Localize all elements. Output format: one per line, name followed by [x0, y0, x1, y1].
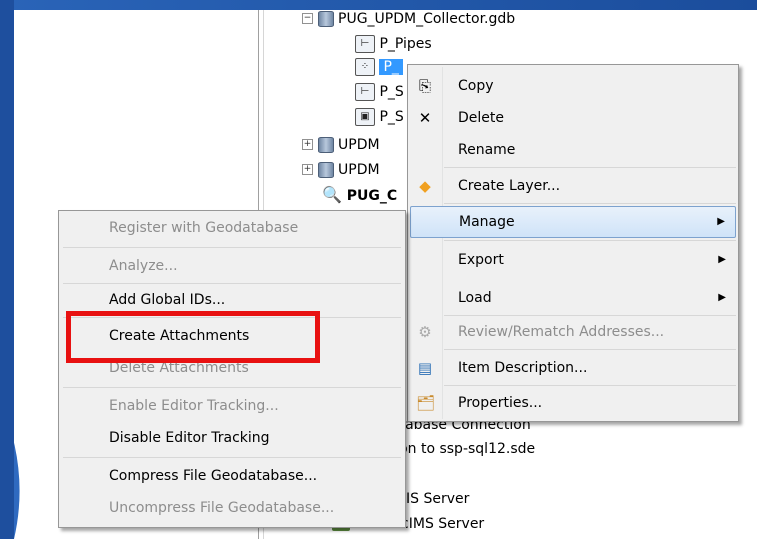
geodatabase-icon [318, 137, 334, 153]
line-feature-class-icon: ⊢ [355, 83, 375, 101]
line-feature-class-icon: ⊢ [355, 35, 375, 53]
manage-submenu: Register with Geodatabase Analyze... Add… [58, 210, 406, 528]
collapse-icon[interactable]: − [302, 13, 313, 24]
menu-separator [444, 240, 736, 241]
tree-node-label: UPDM [338, 137, 380, 153]
menu-item-enable-editor-tracking[interactable]: Enable Editor Tracking... [61, 391, 403, 421]
menu-item-delete[interactable]: ✕ Delete [410, 103, 736, 133]
menu-separator [444, 203, 736, 204]
tree-node-label: P_S [379, 109, 404, 125]
menu-item-label: Item Description... [458, 360, 588, 376]
menu-separator [63, 247, 401, 248]
menu-item-export[interactable]: Export ▶ [410, 245, 736, 275]
menu-item-review-rematch[interactable]: ⚙ Review/Rematch Addresses... [410, 317, 736, 347]
submenu-arrow-icon: ▶ [717, 216, 725, 227]
menu-item-label: Disable Editor Tracking [109, 430, 270, 446]
menu-item-label: Rename [458, 142, 516, 158]
menu-item-label: Load [458, 290, 492, 306]
tree-node-label: PUG_C [346, 188, 398, 204]
tree-node-label: P_S [379, 84, 404, 100]
menu-item-label: Review/Rematch Addresses... [458, 324, 665, 340]
menu-item-label: Copy [458, 78, 494, 94]
search-icon: 🔍 [322, 185, 342, 204]
menu-item-label: Manage [459, 214, 515, 230]
menu-item-copy[interactable]: ⎘ Copy [410, 71, 736, 101]
submenu-arrow-icon: ▶ [718, 254, 726, 265]
expand-icon[interactable]: + [302, 139, 313, 150]
submenu-arrow-icon: ▶ [718, 292, 726, 303]
menu-item-compress-gdb[interactable]: Compress File Geodatabase... [61, 461, 403, 491]
menu-item-label: Delete [458, 110, 504, 126]
menu-separator [444, 315, 736, 316]
delete-x-icon: ✕ [418, 109, 432, 127]
create-layer-icon: ◆ [419, 177, 431, 195]
menu-item-label: Create Layer... [458, 178, 561, 194]
review-icon: ⚙ [418, 323, 432, 341]
item-description-icon: ▤ [417, 359, 433, 377]
menu-separator [63, 387, 401, 388]
menu-item-label: Enable Editor Tracking... [109, 398, 279, 414]
menu-item-item-description[interactable]: ▤ Item Description... [410, 353, 736, 383]
menu-separator [444, 385, 736, 386]
menu-item-properties[interactable]: 🗂 Properties... [410, 388, 736, 418]
menu-item-register-geodatabase[interactable]: Register with Geodatabase [61, 213, 403, 243]
callout-highlight-box [66, 311, 320, 363]
menu-item-load[interactable]: Load ▶ [410, 283, 736, 313]
tree-node-pipes[interactable]: ⊢ P_Pipes [355, 33, 432, 55]
context-menu: ⎘ Copy ✕ Delete Rename ◆ Create Layer...… [407, 64, 739, 422]
point-feature-class-icon: ⁘ [355, 58, 375, 76]
menu-item-label: Uncompress File Geodatabase... [109, 500, 335, 516]
properties-icon: 🗂 [416, 394, 436, 412]
menu-item-label: Export [458, 252, 504, 268]
menu-item-label: Compress File Geodatabase... [109, 468, 318, 484]
tree-node-label: P_ [379, 59, 403, 75]
geodatabase-icon [318, 162, 334, 178]
menu-separator [444, 167, 736, 168]
menu-item-create-layer[interactable]: ◆ Create Layer... [410, 171, 736, 201]
menu-item-disable-editor-tracking[interactable]: Disable Editor Tracking [61, 423, 403, 453]
tree-node-s2[interactable]: ▣ P_S [355, 106, 404, 128]
menu-item-analyze[interactable]: Analyze... [61, 251, 403, 281]
menu-item-label: Properties... [458, 395, 543, 411]
menu-separator [63, 457, 401, 458]
polygon-feature-class-icon: ▣ [355, 108, 375, 126]
menu-item-label: Register with Geodatabase [109, 220, 299, 236]
menu-item-uncompress-gdb[interactable]: Uncompress File Geodatabase... [61, 493, 403, 523]
menu-separator [63, 283, 401, 284]
menu-separator [444, 349, 736, 350]
menu-item-manage[interactable]: Manage ▶ [410, 206, 736, 238]
tree-node-selected[interactable]: ⁘ P_ [355, 56, 403, 78]
menu-item-rename[interactable]: Rename [410, 135, 736, 165]
copy-icon: ⎘ [418, 77, 431, 95]
expand-icon[interactable]: + [302, 164, 313, 175]
tree-node-label: PUG_UPDM_Collector.gdb [338, 11, 516, 27]
menu-item-label: Analyze... [109, 258, 178, 274]
tree-node-pug[interactable]: 🔍 PUG_C [322, 184, 397, 206]
tree-node-s1[interactable]: ⊢ P_S [355, 81, 404, 103]
tree-node-label: UPDM [338, 162, 380, 178]
tree-node-label: P_Pipes [379, 36, 432, 52]
geodatabase-icon [318, 11, 334, 27]
